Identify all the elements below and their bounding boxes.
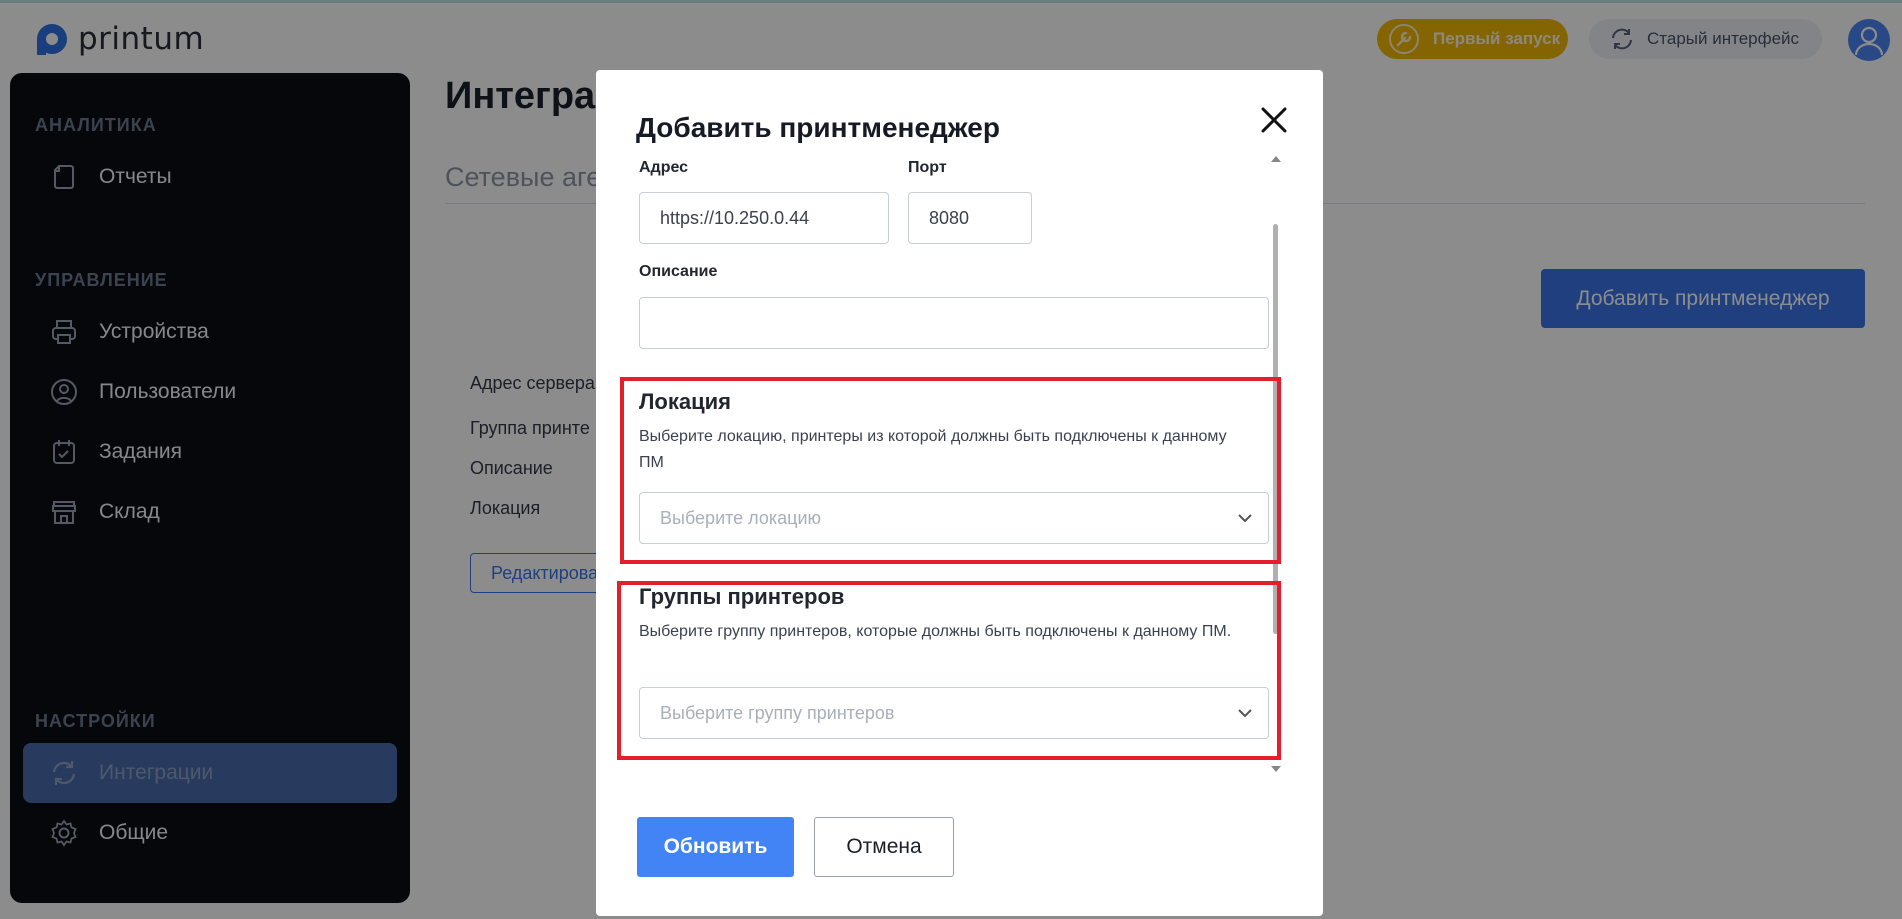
scroll-up-arrow[interactable]: [1271, 156, 1281, 162]
address-input[interactable]: https://10.250.0.44: [639, 192, 889, 244]
chevron-down-icon: [1238, 514, 1252, 523]
port-label: Порт: [908, 159, 947, 176]
add-printmanager-modal: Добавить принтменеджер Адрес https://10.…: [596, 70, 1323, 916]
printer-groups-select[interactable]: Выберите группу принтеров: [639, 687, 1269, 739]
location-select[interactable]: Выберите локацию: [639, 492, 1269, 544]
scroll-down-arrow[interactable]: [1271, 766, 1281, 772]
update-button[interactable]: Обновить: [637, 817, 794, 877]
description-input[interactable]: [639, 297, 1269, 349]
location-description: Выберите локацию, принтеры из которой до…: [639, 428, 1227, 471]
close-icon[interactable]: [1258, 104, 1290, 136]
location-select-placeholder: Выберите локацию: [660, 507, 822, 528]
printer-groups-select-placeholder: Выберите группу принтеров: [660, 702, 895, 723]
port-input[interactable]: 8080: [908, 192, 1032, 244]
description-label: Описание: [639, 263, 718, 280]
chevron-down-icon: [1238, 709, 1252, 718]
address-label: Адрес: [639, 159, 689, 176]
printer-groups-description: Выберите группу принтеров, которые должн…: [639, 623, 1232, 640]
printer-groups-heading: Группы принтеров: [639, 584, 845, 609]
location-heading: Локация: [639, 389, 732, 414]
modal-title: Добавить принтменеджер: [636, 112, 1000, 143]
cancel-button[interactable]: Отмена: [814, 817, 954, 877]
